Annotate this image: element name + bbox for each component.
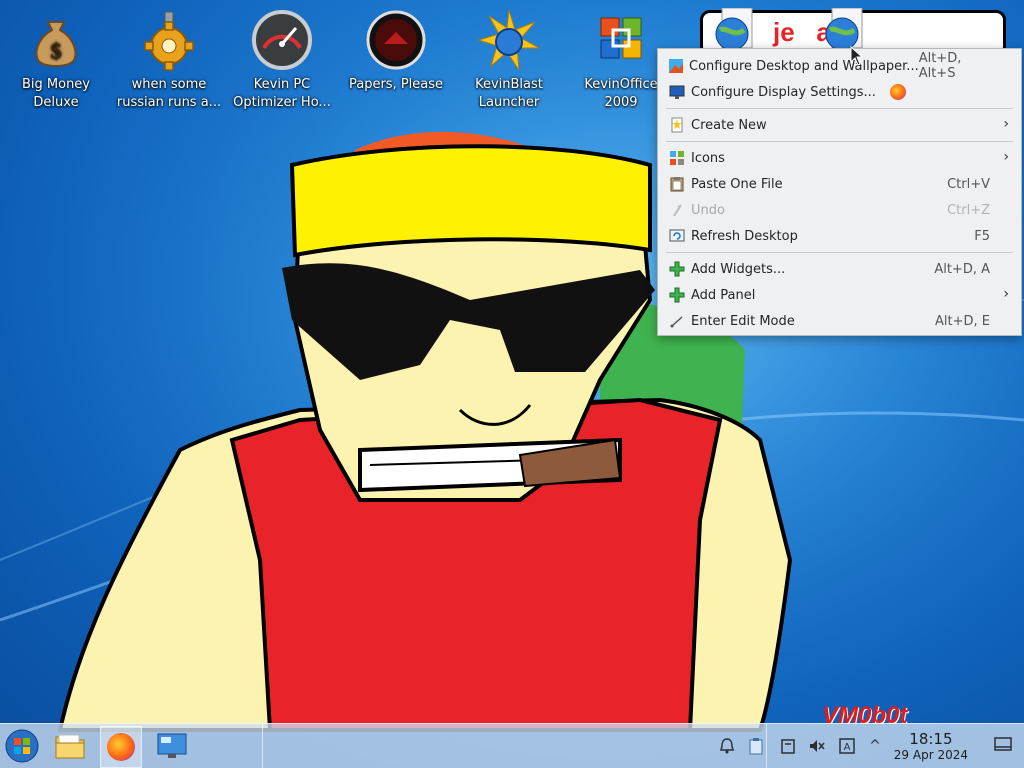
chevron-up-icon: ^ [869,738,881,754]
gear-icon [144,11,194,71]
desktop-icon-label: when some [131,77,207,92]
clipboard-icon [749,738,763,755]
desktop-icon-when-some-russian[interactable]: when some russian runs a... [113,8,225,112]
bell-icon [720,738,734,754]
seal-icon [366,10,426,70]
menu-item-enter-edit-mode[interactable]: Enter Edit Mode Alt+D, E [658,308,1021,334]
menu-item-label: Paste One File [691,176,783,192]
icons-grid-icon [668,149,686,167]
mouse-cursor-icon [850,46,864,66]
keyboard-layout-tray[interactable]: A [837,736,857,756]
chevron-right-icon: › [1003,149,1009,165]
taskbar-file-manager[interactable] [50,726,90,766]
menu-item-label: Icons [691,150,725,166]
wallpaper-settings-icon [668,57,684,75]
desktop-icon-papers-please[interactable]: Papers, Please [340,8,452,94]
menu-item-icons[interactable]: Icons › [658,145,1021,171]
undo-icon [668,201,686,219]
keyboard-layout-icon: A [839,738,855,754]
menu-item-shortcut: F5 [974,228,990,244]
svg-text:A: A [844,742,851,753]
folder-icon [55,734,85,759]
storage-device-icon [781,739,795,754]
menu-item-undo: Undo Ctrl+Z [658,197,1021,223]
paste-icon [668,175,686,193]
menu-item-label: Configure Desktop and Wallpaper... [689,58,919,74]
menu-separator [666,108,1013,109]
menu-item-label: Undo [691,202,725,218]
taskbar-separator [262,724,263,768]
taskbar-system-settings[interactable] [152,726,192,766]
desktop-icon-label: Papers, Please [348,77,444,92]
system-settings-icon [157,733,187,758]
clock-time: 18:15 [909,730,953,748]
menu-item-add-widgets[interactable]: Add Widgets... Alt+D, A [658,256,1021,282]
menu-item-shortcut: Ctrl+Z [947,202,990,218]
menu-item-label: Add Panel [691,287,756,303]
desktop-context-menu: Configure Desktop and Wallpaper... Alt+D… [657,48,1022,336]
clock-date: 29 Apr 2024 [893,748,968,762]
menu-item-configure-desktop[interactable]: Configure Desktop and Wallpaper... Alt+D… [658,51,1021,81]
volume-tray[interactable] [807,736,827,756]
desktop-icon-kevinblast-launcher[interactable]: KevinBlast Launcher [453,8,565,112]
desktop-icon-label: Optimizer Ho... [233,95,331,110]
svg-text:$: $ [51,38,62,63]
show-desktop-icon [994,737,1012,751]
notifications-tray[interactable] [717,736,737,756]
desktop-icon-label: KevinBlast [475,77,543,92]
show-desktop-button[interactable] [994,736,1014,756]
desktop-icon-label: russian runs a... [116,95,222,110]
office-logo-icon [600,17,642,59]
digital-clock[interactable]: 18:15 29 Apr 2024 [894,730,968,762]
menu-item-shortcut: Alt+D, Alt+S [918,51,962,81]
menu-item-shortcut: Ctrl+V [947,176,990,192]
tray-expand-button[interactable]: ^ [865,736,885,756]
menu-item-label: Enter Edit Mode [691,313,795,329]
volume-muted-icon [810,740,825,752]
menu-item-shortcut: Alt+D, E [935,313,990,329]
menu-item-label: Create New [691,117,767,133]
windows-orb-icon [5,729,39,763]
taskbar-separator [766,724,767,768]
menu-separator [666,252,1013,253]
desktop-icon-label: Big Money [21,77,90,92]
menu-item-label: Configure Display Settings... [691,84,876,100]
starburst-icon [477,9,541,71]
new-document-icon [668,116,686,134]
menu-item-shortcut: Alt+D, A [934,261,990,277]
menu-item-paste[interactable]: Paste One File Ctrl+V [658,171,1021,197]
menu-item-add-panel[interactable]: Add Panel › [658,282,1021,308]
desktop-icon-big-money-deluxe[interactable]: $ Big Money Deluxe [0,8,112,112]
plus-icon [668,260,686,278]
chevron-right-icon: › [1003,286,1009,302]
menu-item-refresh-desktop[interactable]: Refresh Desktop F5 [658,223,1021,249]
money-bag-icon: $ [35,21,77,67]
taskbar-firefox[interactable] [100,726,142,768]
menu-item-label: Add Widgets... [691,261,786,277]
plus-icon [668,286,686,304]
clipboard-tray[interactable] [746,736,766,756]
menu-item-label: Refresh Desktop [691,228,798,244]
start-button[interactable] [2,726,42,766]
desktop-icon-label: Kevin PC [253,77,311,92]
storage-tray[interactable] [778,736,798,756]
edit-mode-icon [668,312,686,330]
desktop-icon-label: Deluxe [33,95,79,110]
firefox-badge-icon [889,84,906,100]
menu-item-configure-display[interactable]: Configure Display Settings... [658,79,1021,105]
taskbar: A ^ 18:15 29 Apr 2024 [0,723,1024,768]
desktop-icon-label: Launcher [478,95,540,110]
firefox-icon [107,733,135,761]
menu-separator [666,141,1013,142]
desktop-icon-kevin-pc-optimizer[interactable]: Kevin PC Optimizer Ho... [226,8,338,112]
speedometer-icon [252,10,312,70]
menu-item-create-new[interactable]: Create New › [658,112,1021,138]
refresh-icon [668,227,686,245]
display-settings-icon [668,83,686,101]
chevron-right-icon: › [1003,116,1009,132]
